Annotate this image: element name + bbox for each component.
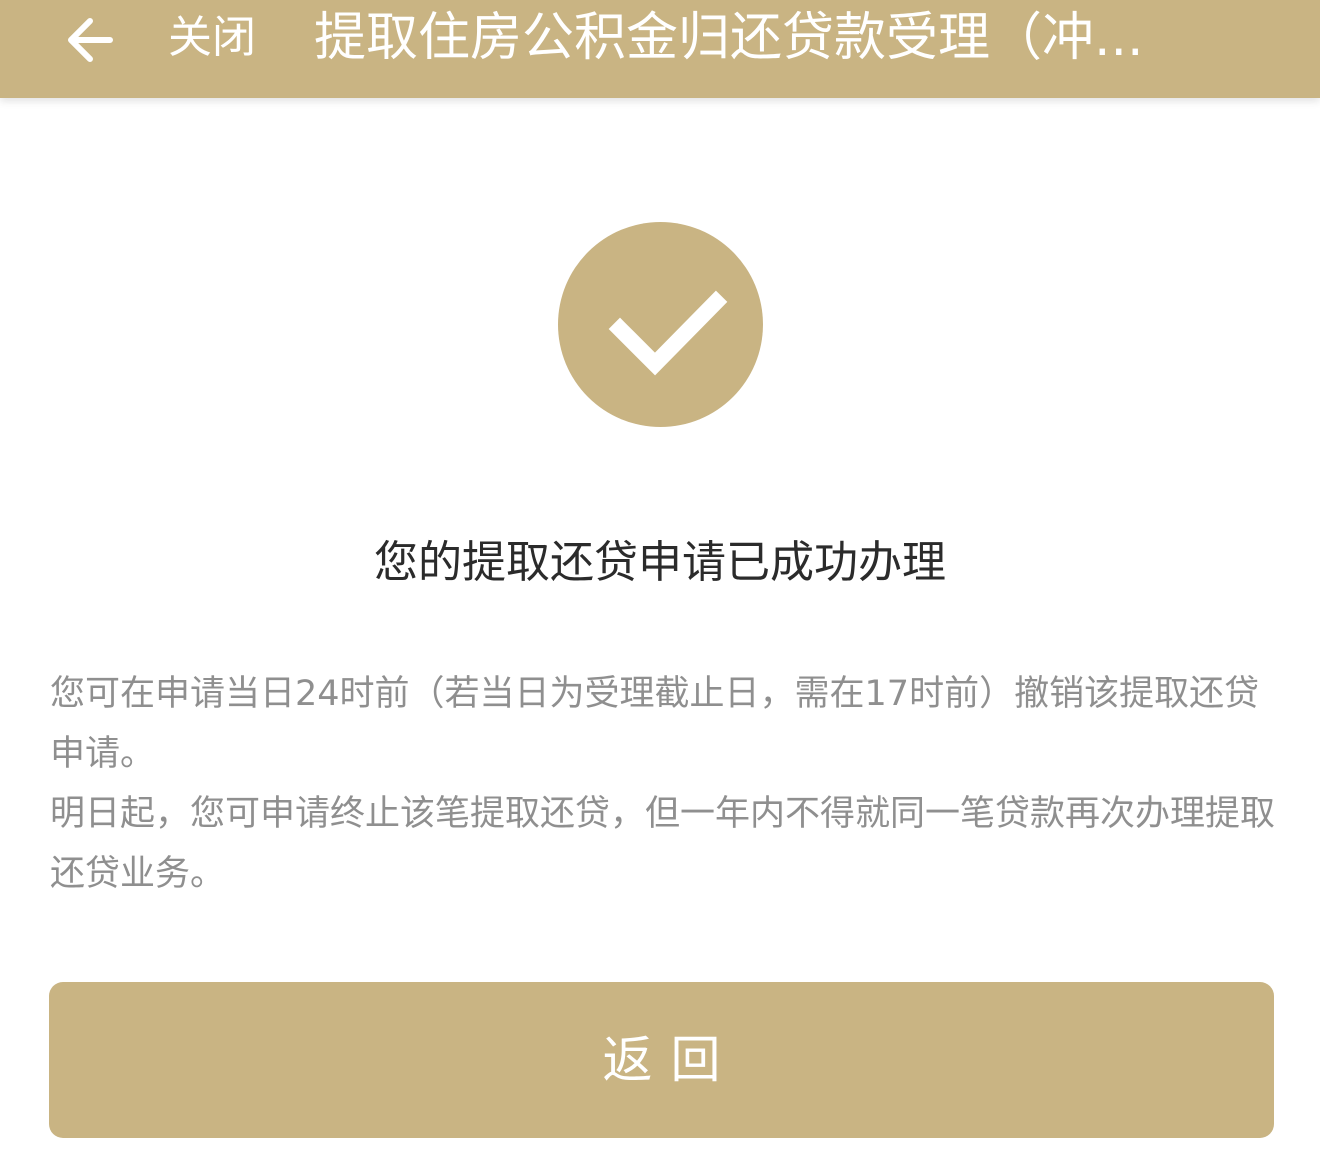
close-button[interactable]: 关闭: [168, 10, 256, 66]
return-button[interactable]: 返回: [49, 982, 1274, 1138]
success-indicator: [558, 222, 763, 427]
top-bar: 关闭 提取住房公积金归还贷款受理（冲...: [0, 0, 1320, 98]
checkmark-icon: [608, 290, 728, 376]
result-description: 您可在申请当日24时前（若当日为受理截止日，需在17时前）撤销该提取还贷申请。 …: [50, 664, 1275, 904]
page-title: 提取住房公积金归还贷款受理（冲...: [314, 8, 1144, 68]
back-button[interactable]: [50, 4, 130, 74]
arrow-left-icon: [68, 18, 113, 62]
revoke-notice: 您可在申请当日24时前（若当日为受理截止日，需在17时前）撤销该提取还贷申请。: [50, 674, 1260, 774]
success-title: 您的提取还贷申请已成功办理: [374, 537, 946, 588]
terminate-notice: 明日起，您可申请终止该笔提取还贷，但一年内不得就同一笔贷款再次办理提取还贷业务。: [50, 794, 1276, 894]
